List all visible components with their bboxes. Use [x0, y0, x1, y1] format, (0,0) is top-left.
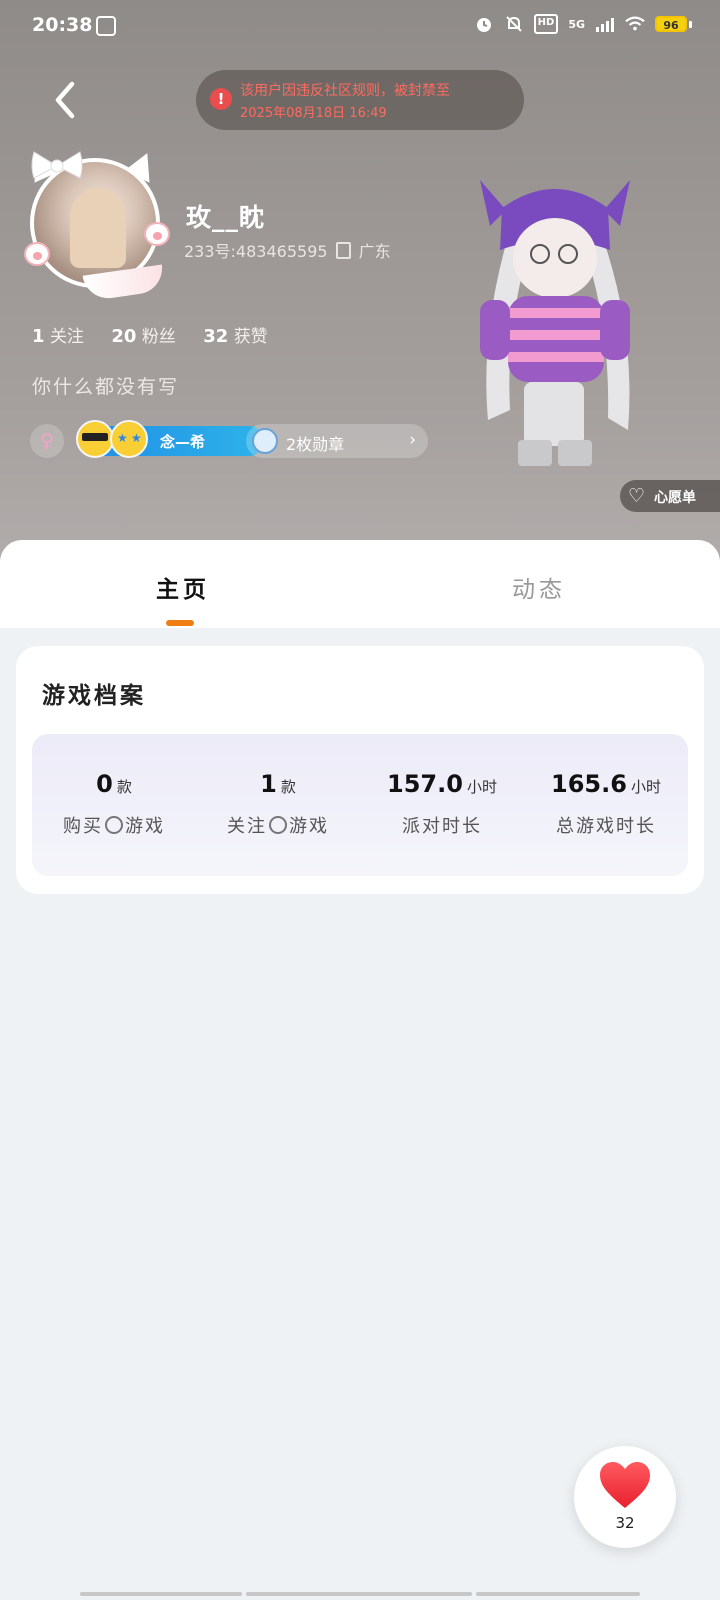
character-avatar[interactable] [440, 150, 670, 490]
stat-value: 157.0 [387, 770, 463, 798]
stat-unit: 小时 [630, 778, 661, 796]
stat-value: 1 [260, 770, 277, 798]
location: 广东 [358, 242, 391, 261]
warning-icon: ! [210, 88, 232, 110]
fans-label[interactable]: 粉丝 [142, 327, 176, 347]
likes-count: 32 [203, 326, 229, 347]
follow-count[interactable]: 1 [32, 326, 45, 347]
tab-bar: 主页 动态 [0, 540, 720, 628]
bio: 你什么都没有写 [32, 376, 180, 398]
battery-icon: 96 [655, 16, 692, 32]
status-bar: 20:38 HD 5G 96 [0, 0, 720, 56]
network-type: 5G [568, 17, 585, 31]
like-count: 32 [615, 1514, 635, 1532]
ban-notice-date: 2025年08月18日 16:49 [240, 106, 387, 121]
stat-value: 0 [96, 770, 113, 798]
medals-button[interactable]: 2枚勋章 › [246, 424, 428, 458]
home-indicator [246, 1592, 472, 1596]
ban-notice-text: 该用户因违反社区规则，被封禁至 [240, 83, 450, 99]
chevron-left-icon [55, 81, 75, 119]
wifi-icon [625, 14, 645, 34]
battery-level: 96 [655, 16, 687, 32]
game-icon [269, 816, 287, 834]
medal-count: 2枚勋章 [286, 435, 345, 454]
like-button[interactable]: 32 [574, 1446, 676, 1548]
game-icon [105, 816, 123, 834]
status-icons: HD 5G 96 [474, 14, 692, 34]
wishlist-label: 心愿单 [654, 490, 696, 506]
stat-label: 派对时长 [402, 816, 482, 837]
stat-unit: 款 [280, 778, 296, 796]
female-gender-icon: ♀ [30, 424, 64, 458]
wishlist-button[interactable]: ♡ 心愿单 [620, 480, 720, 512]
mute-bell-icon [504, 14, 524, 34]
follow-label[interactable]: 关注 [50, 327, 84, 347]
back-button[interactable] [46, 78, 82, 122]
bow-decoration-icon [31, 151, 83, 179]
game-record-card: 游戏档案 0款 购买 游戏 1款 关注 游戏 157.0 小时 派对时长 165.6 小… [16, 646, 704, 894]
user-id-line: 233号:483465595 广东 [184, 238, 391, 262]
profile-stats: 1 关注 20 粉丝 32 获赞 [32, 322, 290, 347]
stat-unit: 小时 [466, 778, 497, 796]
stat-value: 165.6 [551, 770, 627, 798]
active-tab-indicator [166, 620, 194, 626]
tab-feed[interactable]: 动态 [512, 570, 566, 604]
stat-purchased-games[interactable]: 0款 购买 游戏 [32, 770, 196, 838]
stat-total-game-time: 165.6 小时 总游戏时长 [524, 770, 688, 838]
fans-count[interactable]: 20 [111, 326, 136, 347]
home-indicator [80, 1592, 242, 1596]
paw-decoration-icon [144, 222, 170, 246]
alarm-icon [474, 14, 494, 34]
signal-icon [595, 14, 615, 34]
stat-label: 关注 游戏 [227, 816, 329, 837]
username: 玫__眈 [186, 203, 266, 232]
hd-indicator: HD [533, 14, 559, 34]
game-stats: 0款 购买 游戏 1款 关注 游戏 157.0 小时 派对时长 165.6 小时 总游戏… [32, 734, 688, 876]
copy-icon[interactable] [335, 242, 351, 259]
stat-label: 购买 游戏 [63, 816, 165, 837]
avatar[interactable] [23, 146, 172, 302]
likes-label: 获赞 [233, 327, 268, 347]
intimacy-name: 念—希 [160, 433, 206, 451]
chevron-right-icon: › [409, 430, 416, 450]
ban-notice: ! 该用户因违反社区规则，被封禁至 2025年08月18日 16:49 [196, 70, 524, 130]
stat-party-time: 157.0 小时 派对时长 [360, 770, 524, 838]
medal-icon [252, 428, 278, 454]
screen-record-icon [96, 16, 116, 36]
stat-followed-games[interactable]: 1款 关注 游戏 [196, 770, 360, 838]
home-indicator [476, 1592, 640, 1596]
user-id: 233号:483465595 [184, 242, 328, 261]
card-title: 游戏档案 [42, 683, 146, 709]
stat-unit: 款 [116, 778, 132, 796]
star-eyes-emoji-icon: ★ ★ [110, 420, 148, 458]
sunglasses-emoji-icon [76, 420, 114, 458]
stat-label: 总游戏时长 [556, 816, 656, 837]
paw-decoration-icon [24, 242, 50, 266]
status-time: 20:38 [32, 14, 93, 36]
heart-icon [600, 1462, 650, 1508]
heart-outline-icon: ♡ [628, 485, 646, 507]
tab-home[interactable]: 主页 [156, 570, 210, 604]
